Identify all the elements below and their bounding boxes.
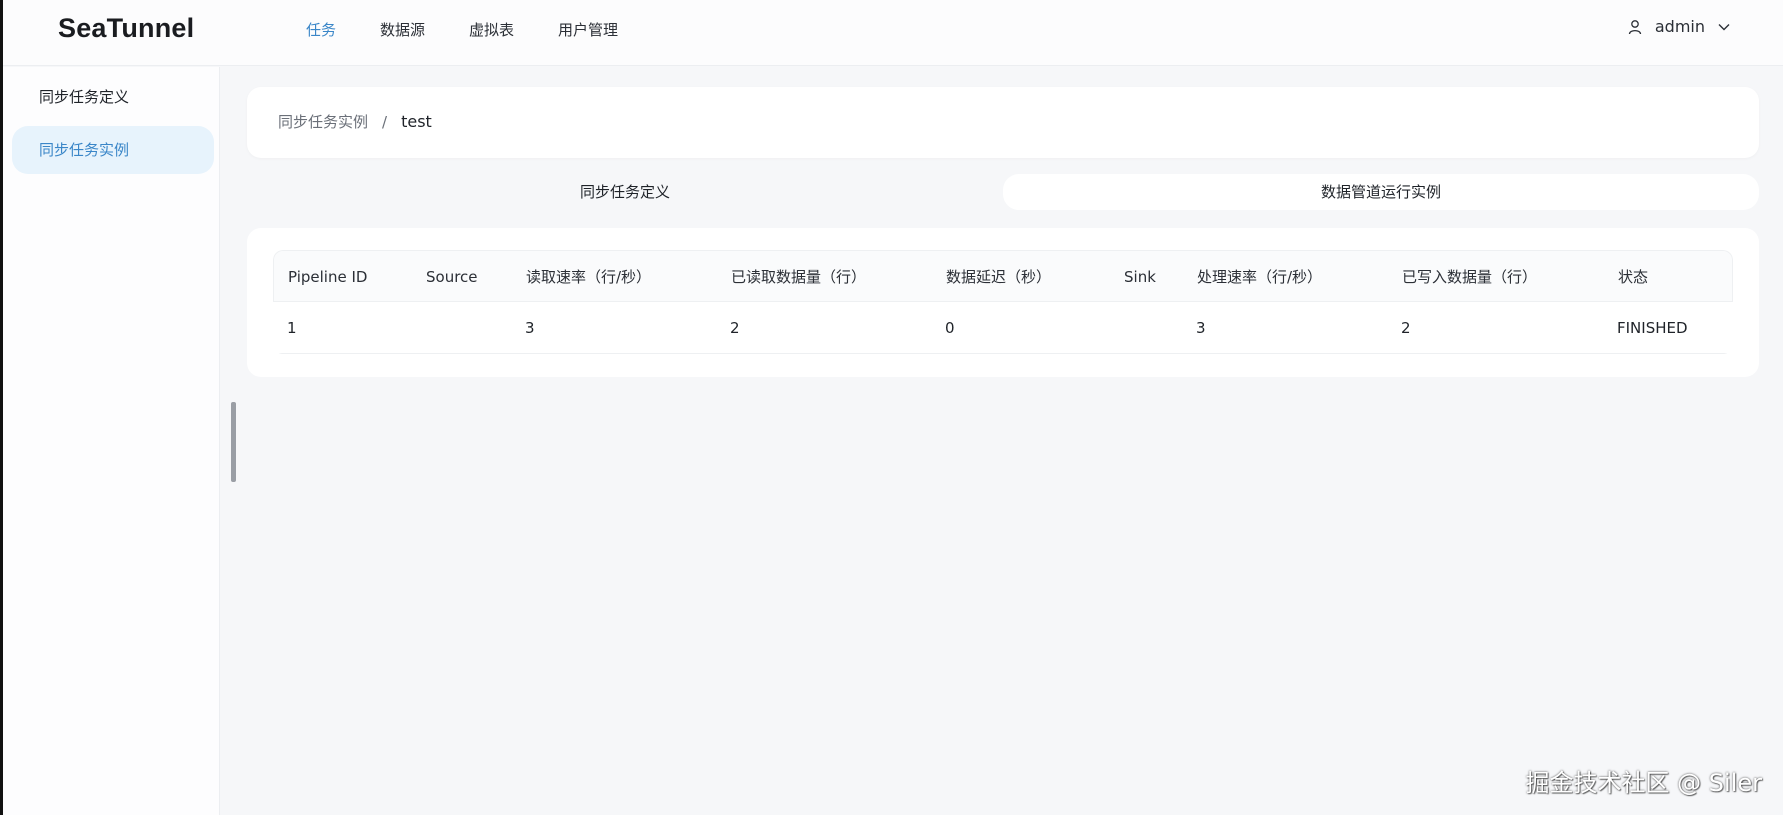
sidebar: 同步任务定义 同步任务实例 (3, 67, 220, 815)
tab-task-definition[interactable]: 同步任务定义 (247, 174, 1003, 210)
cell-pipeline-id: 1 (287, 319, 297, 337)
cell-status: FINISHED (1617, 319, 1688, 337)
user-icon (1628, 19, 1642, 34)
table-header-row: Pipeline ID Source 读取速率（行/秒） 已读取数据量（行） 数… (273, 250, 1733, 302)
column-header-sink: Sink (1124, 268, 1156, 286)
tab-pipeline-instances[interactable]: 数据管道运行实例 (1003, 174, 1759, 210)
table-card: Pipeline ID Source 读取速率（行/秒） 已读取数据量（行） 数… (247, 228, 1759, 377)
user-menu[interactable]: admin (1627, 17, 1731, 36)
column-header-read-count: 已读取数据量（行） (731, 268, 867, 286)
column-header-status: 状态 (1618, 268, 1649, 286)
chevron-down-icon (1718, 23, 1730, 30)
watermark-text: 掘金技术社区 @ Siler (1525, 769, 1762, 797)
sidebar-item-task-instance[interactable]: 同步任务实例 (12, 126, 214, 174)
nav-item-user-management[interactable]: 用户管理 (558, 19, 618, 41)
cell-data-delay: 0 (945, 319, 955, 337)
table-row[interactable]: 1 3 2 0 3 2 FINISHED (273, 302, 1733, 354)
nav-item-virtual-table[interactable]: 虚拟表 (469, 19, 514, 41)
user-name: admin (1654, 17, 1705, 36)
nav-item-tasks[interactable]: 任务 (306, 19, 336, 41)
breadcrumb-separator: / (382, 112, 388, 131)
top-nav: 任务 数据源 虚拟表 用户管理 (306, 19, 662, 41)
breadcrumb: 同步任务实例 / test (278, 111, 432, 132)
breadcrumb-card: 同步任务实例 / test (247, 87, 1759, 158)
sidebar-item-task-definition[interactable]: 同步任务定义 (12, 73, 214, 121)
tab-bar: 同步任务定义 数据管道运行实例 (247, 174, 1759, 210)
nav-item-datasource[interactable]: 数据源 (380, 19, 425, 41)
top-header: SeaTunnel 任务 数据源 虚拟表 用户管理 admin (3, 0, 1783, 66)
breadcrumb-current: test (401, 112, 432, 131)
column-header-read-rate: 读取速率（行/秒） (526, 268, 652, 286)
sidebar-resize-handle[interactable] (231, 402, 236, 482)
breadcrumb-parent-link[interactable]: 同步任务实例 (278, 111, 368, 132)
cell-process-rate: 3 (1196, 319, 1206, 337)
column-header-data-delay: 数据延迟（秒） (946, 268, 1052, 286)
column-header-process-rate: 处理速率（行/秒） (1197, 268, 1323, 286)
column-header-source: Source (426, 268, 478, 286)
cell-read-count: 2 (730, 319, 740, 337)
cell-read-rate: 3 (525, 319, 535, 337)
cell-write-count: 2 (1401, 319, 1411, 337)
app-logo[interactable]: SeaTunnel (58, 13, 194, 44)
column-header-pipeline-id: Pipeline ID (288, 268, 368, 286)
column-header-write-count: 已写入数据量（行） (1402, 268, 1538, 286)
pipeline-table: Pipeline ID Source 读取速率（行/秒） 已读取数据量（行） 数… (273, 250, 1733, 354)
